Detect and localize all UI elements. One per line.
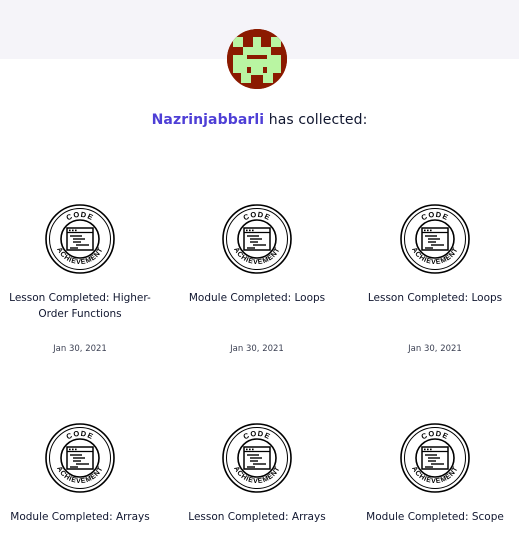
achievement-card[interactable]: CODE ACHIEVEMENT Lesson Completed: Arrays [177,423,337,560]
collected-suffix: has collected: [264,112,368,128]
achievement-card[interactable]: CODE ACHIEVEMENT Lesson Completed: Higher… [0,204,160,364]
achievement-card[interactable]: CODE ACHIEVEMENT Lesson Completed: Loops … [355,204,515,364]
code-window-icon [421,446,449,470]
code-window-icon [66,446,94,470]
code-achievement-badge-icon: CODE ACHIEVEMENT [45,423,115,493]
achievement-title: Module Completed: Scope [366,511,504,523]
achievement-title: Module Completed: Arrays [10,511,150,523]
achievement-card[interactable]: CODE ACHIEVEMENT Module Completed: Arrays [0,423,160,560]
pixel-avatar-icon [227,29,287,89]
achievement-date: Jan 30, 2021 [408,344,462,354]
code-achievement-badge-icon: CODE ACHIEVEMENT [222,204,292,274]
code-achievement-badge-icon: CODE ACHIEVEMENT [222,423,292,493]
achievement-title: Lesson Completed: Arrays [188,511,326,523]
code-achievement-badge-icon: CODE ACHIEVEMENT [45,204,115,274]
achievement-title: Lesson Completed: Loops [367,292,503,304]
code-achievement-badge-icon: CODE ACHIEVEMENT [400,423,470,493]
achievement-date: Jan 30, 2021 [230,344,284,354]
code-achievement-badge-icon: CODE ACHIEVEMENT [400,204,470,274]
code-window-icon [243,227,271,251]
achievement-card[interactable]: CODE ACHIEVEMENT Module Completed: Loops … [177,204,337,364]
achievement-title: Module Completed: Loops [188,292,326,304]
achievement-title: Lesson Completed: Higher-Order Functions [9,292,151,320]
achievement-card[interactable]: CODE ACHIEVEMENT Module Completed: Scope [355,423,515,560]
code-window-icon [66,227,94,251]
code-window-icon [243,446,271,470]
username-link[interactable]: Nazrinjabbarli [152,112,265,128]
achievement-date: Jan 30, 2021 [53,344,107,354]
code-window-icon [421,227,449,251]
collected-heading: Nazrinjabbarli has collected: [0,112,519,128]
user-avatar[interactable] [227,29,287,89]
